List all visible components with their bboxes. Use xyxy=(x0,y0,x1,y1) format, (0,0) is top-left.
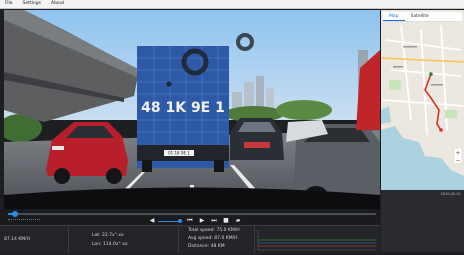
latitude: Lat: 22.7x°.xx xyxy=(92,233,124,238)
avg-speed: Avg speed: 87.0 KM/H xyxy=(188,236,238,241)
truck-plate-small: 01 1K 9E 1 xyxy=(168,151,190,156)
menu-bar: File Settings About xyxy=(0,0,464,9)
total-speed: Total speed: 75.0 KM/H xyxy=(188,228,240,233)
zoom-out-icon: − xyxy=(455,158,460,165)
route-end-marker xyxy=(439,128,443,132)
speed-cell: 87.14 KM/H xyxy=(0,226,69,253)
zoom-in-icon: + xyxy=(455,150,460,157)
trip-cell: Total speed: 75.0 KM/H Avg speed: 87.0 K… xyxy=(178,226,255,253)
stop-icon[interactable]: ■ xyxy=(222,217,230,225)
telemetry-bar: 87.14 KM/H Lat: 22.7x°.xx Lon: 114.0x°.x… xyxy=(0,225,380,253)
tab-map[interactable]: Map xyxy=(383,12,405,21)
progress-track[interactable] xyxy=(8,211,376,217)
route-start-marker xyxy=(429,72,433,76)
menu-file[interactable]: File xyxy=(0,0,18,8)
progress-handle[interactable] xyxy=(12,211,19,217)
next-icon[interactable]: ⏭ xyxy=(210,217,218,225)
volume-icon[interactable]: ◀︎ xyxy=(148,217,156,225)
map-canvas[interactable]: + − xyxy=(381,10,464,190)
video-view[interactable]: 01 1K 9E 1 48 1K 9E 1 xyxy=(4,10,380,209)
dark-sedan xyxy=(230,118,284,160)
folder-icon[interactable]: ▰ xyxy=(234,217,242,225)
menu-settings[interactable]: Settings xyxy=(18,0,46,8)
playback-controls: ◀︎ ⏮ ▶ ⏭ ■ ▰ xyxy=(0,209,380,225)
map-type-tabs: Map Satellite xyxy=(383,12,462,22)
red-car xyxy=(46,122,128,184)
sensor-graph xyxy=(254,226,380,253)
waveform xyxy=(8,219,40,223)
map-panel[interactable]: + − Map Satellite xyxy=(381,10,464,190)
volume-handle[interactable] xyxy=(178,219,182,223)
map-status-area: 2020-05-01 xyxy=(381,190,464,252)
park xyxy=(389,80,401,90)
map-status-text: 2020-05-01 xyxy=(440,192,461,196)
prev-icon[interactable]: ⏮ xyxy=(186,217,194,225)
volume-slider[interactable] xyxy=(158,220,180,222)
menu-about[interactable]: About xyxy=(46,0,69,8)
gps-cell: Lat: 22.7x°.xx Lon: 114.0x°.xx xyxy=(68,226,179,253)
truck-plate-large: 48 1K 9E 1 xyxy=(141,100,225,116)
g-sensor-chart xyxy=(257,230,376,251)
distance: Distance: 48 KM xyxy=(188,244,225,249)
speed-value: 87.14 KM/H xyxy=(4,237,31,242)
play-icon[interactable]: ▶ xyxy=(198,217,206,225)
tab-satellite[interactable]: Satellite xyxy=(405,12,435,21)
longitude: Lon: 114.0x°.xx xyxy=(92,242,128,247)
dashcam-frame: 01 1K 9E 1 48 1K 9E 1 xyxy=(4,10,380,209)
